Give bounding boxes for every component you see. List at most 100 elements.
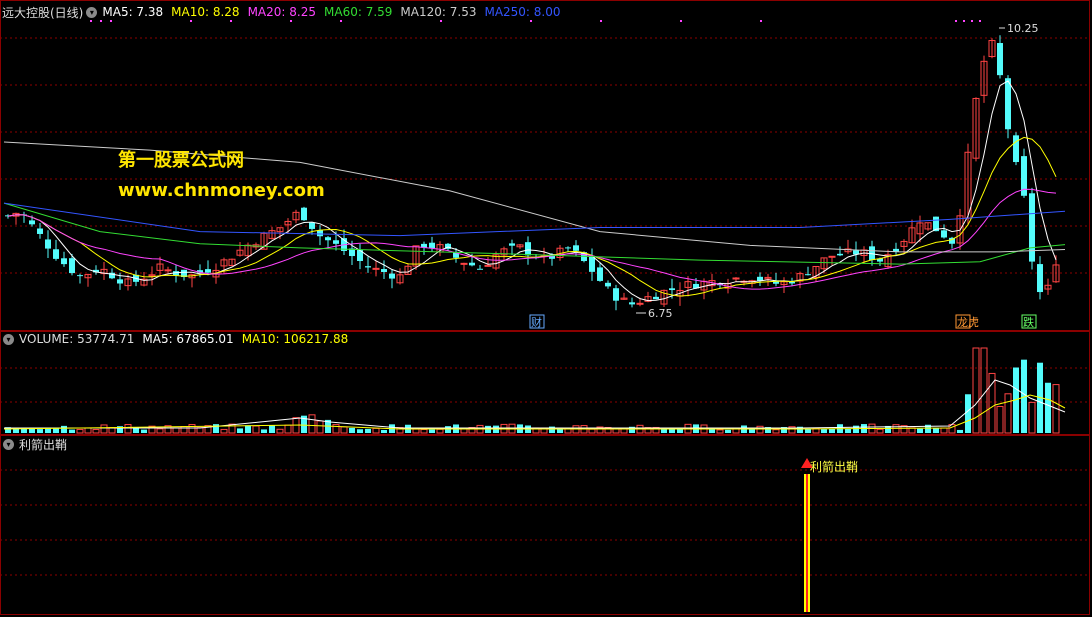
- candle-body-down: [317, 230, 323, 237]
- candle-body-up: [372, 267, 380, 270]
- volume-ma5-line: [4, 379, 1066, 429]
- candle-body-down: [77, 275, 83, 277]
- volume-legend-item-1: MA5: 67865.01: [142, 332, 234, 346]
- volume-bar: [365, 428, 371, 433]
- candle-body-up: [636, 302, 644, 305]
- candle-body-up: [164, 269, 172, 272]
- chevron-down-icon[interactable]: ▾: [3, 438, 14, 450]
- volume-bar: [381, 429, 387, 433]
- candle-body-down: [325, 237, 331, 241]
- candle-body-down: [429, 242, 435, 249]
- candle-body-down: [117, 279, 123, 284]
- volume-bar: [156, 428, 164, 434]
- marker-dot: [230, 20, 232, 22]
- volume-bar: [445, 426, 451, 433]
- candle-body-down: [597, 267, 603, 281]
- badge-die: 跌: [1023, 315, 1034, 329]
- volume-bar: [429, 429, 435, 433]
- volume-bar: [237, 428, 243, 433]
- chart-canvas: 10.25 6.75 财 龙虎 跌利箭出鞘: [0, 20, 1090, 612]
- ma-legend-item-5: MA250: 8.00: [484, 5, 561, 19]
- candle-body-down: [573, 245, 579, 251]
- volume-bar: [957, 429, 963, 433]
- watermark-url: www.chnmoney.com: [118, 180, 325, 201]
- candle-body-down: [1013, 135, 1019, 163]
- candle-body-down: [605, 282, 611, 287]
- volume-bar: [436, 428, 444, 434]
- volume-bar: [141, 429, 147, 433]
- marker-dot: [680, 20, 682, 22]
- volume-bar: [284, 424, 292, 434]
- volume-legend-items: VOLUME: 53774.71 MA5: 67865.01 MA10: 10621…: [19, 332, 356, 346]
- volume-bar: [61, 425, 67, 433]
- candle-body-down: [301, 207, 307, 221]
- volume-bar: [557, 429, 563, 433]
- volume-legend: ▾ VOLUME: 53774.71 MA5: 67865.01 MA10: 106…: [0, 331, 356, 347]
- volume-bar: [220, 428, 228, 434]
- candle-body-down: [389, 273, 395, 279]
- marker-dot: [600, 20, 602, 22]
- volume-bar: [37, 429, 43, 433]
- volume-bar: [340, 426, 348, 434]
- candle-body-down: [205, 269, 211, 273]
- volume-bar: [29, 428, 35, 433]
- volume-bar: [716, 429, 724, 434]
- ma250-line: [3, 202, 1066, 237]
- volume-bar: [261, 429, 267, 433]
- volume-bar: [965, 394, 971, 433]
- ma-legend-item-1: MA10: 8.28: [171, 5, 240, 19]
- volume-bar: [372, 427, 380, 434]
- volume-bar: [876, 428, 884, 434]
- volume-bar: [245, 425, 251, 433]
- marker-dot: [100, 20, 102, 22]
- chevron-down-icon[interactable]: ▾: [3, 333, 14, 345]
- candle-body-down: [1005, 78, 1011, 130]
- marker-dot: [979, 20, 981, 22]
- badge-longhu: 龙虎: [957, 316, 979, 329]
- volume-bar: [829, 428, 835, 433]
- volume-bar: [772, 429, 780, 434]
- volume-bar: [460, 428, 468, 434]
- candle-body-down: [525, 242, 531, 256]
- main-legend: 远大控股(日线) ▾ MA5: 7.38 MA10: 8.28 MA20: 8.25…: [0, 4, 569, 20]
- volume-bar: [100, 424, 108, 434]
- volume-bar: [940, 427, 948, 434]
- volume-bar: [76, 428, 84, 434]
- volume-bar: [1045, 382, 1051, 433]
- marker-dot: [110, 20, 112, 22]
- marker-dot: [963, 20, 965, 22]
- candle-body-down: [469, 262, 475, 266]
- signal-title: 利箭出鞘: [19, 437, 68, 452]
- candle-body-down: [805, 274, 811, 276]
- volume-bar: [188, 424, 196, 434]
- candle-body-down: [37, 228, 43, 234]
- volume-bar: [972, 347, 980, 434]
- candle-body-down: [613, 288, 619, 301]
- volume-bar: [420, 429, 428, 434]
- ma-legend-item-4: MA120: 7.53: [400, 5, 477, 19]
- volume-bar: [92, 429, 100, 434]
- candle-body-down: [29, 220, 35, 225]
- volume-bar: [709, 428, 715, 433]
- candle-body-down: [629, 302, 635, 305]
- volume-bar: [917, 428, 923, 433]
- candle-body-down: [381, 269, 387, 272]
- volume-bar: [349, 427, 355, 433]
- candle-body-down: [941, 230, 947, 238]
- candle-body-down: [333, 240, 339, 244]
- volume-bar: [988, 372, 996, 434]
- candle-body-down: [509, 243, 515, 246]
- marker-dot: [530, 20, 532, 22]
- ma60-line: [3, 202, 1066, 265]
- volume-bar: [669, 428, 675, 433]
- volume-bar: [1028, 401, 1036, 434]
- candle-body-down: [1037, 264, 1043, 293]
- volume-bar: [1004, 393, 1012, 434]
- badge-cai: 财: [531, 315, 542, 329]
- marker-dot: [290, 20, 292, 22]
- volume-ma10-line: [3, 394, 1066, 430]
- signal-bar-core: [806, 474, 808, 612]
- chevron-down-icon[interactable]: ▾: [86, 6, 98, 18]
- volume-bar: [124, 424, 132, 434]
- volume-bar: [933, 427, 939, 433]
